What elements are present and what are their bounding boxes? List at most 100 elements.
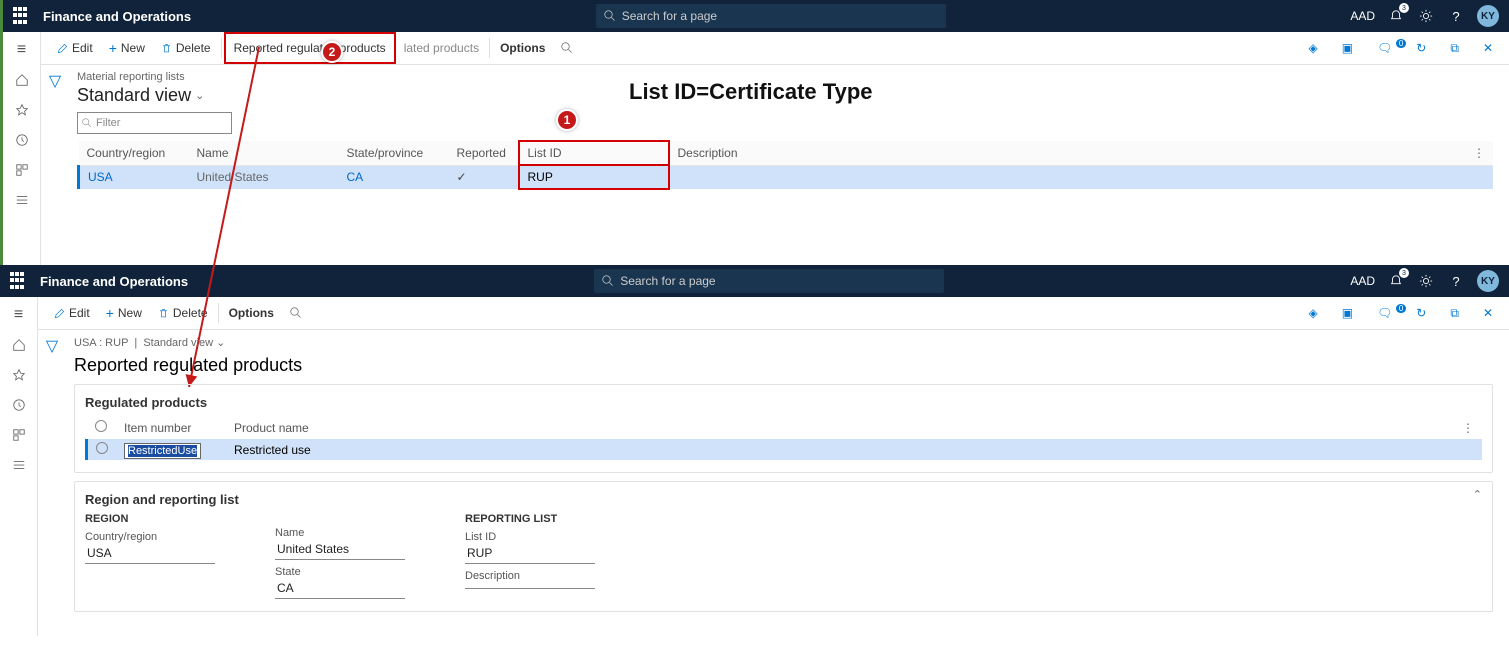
workspaces-icon[interactable] [14, 162, 30, 178]
col-country[interactable]: Country/region [79, 141, 189, 165]
cell-reported: ✓ [449, 165, 519, 189]
cell-listid[interactable]: RUP [519, 165, 669, 189]
refresh-icon[interactable]: ↻ [1408, 306, 1434, 320]
close-icon[interactable]: ✕ [1475, 306, 1501, 320]
left-nav-rail: ≡ [3, 32, 41, 265]
recent-icon[interactable] [11, 397, 27, 413]
home-icon[interactable] [14, 72, 30, 88]
collapse-icon[interactable]: ⌃ [1473, 488, 1482, 501]
grid-filter-input[interactable]: Filter [77, 112, 232, 134]
grid-row[interactable]: RestrictedUse Restricted use [87, 439, 1483, 460]
section-header: Regulated products [85, 391, 1482, 416]
nav-expand-icon[interactable]: ≡ [14, 42, 30, 58]
col-description[interactable]: Description [669, 141, 1466, 165]
messages-icon[interactable]: 🗨0 [1369, 306, 1400, 320]
regulated-products-grid: Item number Product name ⋮ RestrictedUse… [85, 416, 1482, 460]
listid-field[interactable]: RUP [465, 543, 595, 564]
global-search[interactable]: Search for a page [594, 269, 944, 293]
command-bar-2: Edit +New Delete Options ◈ ▣ 🗨0 ↻ ⧉ ✕ [38, 297, 1509, 330]
chevron-down-icon: ⌄ [195, 89, 204, 102]
reporting-group-label: REPORTING LIST [465, 513, 595, 525]
modules-icon[interactable] [11, 457, 27, 473]
state-label: State [275, 566, 405, 578]
annotation-callout-1: 1 [556, 109, 578, 131]
nav-expand-icon[interactable]: ≡ [11, 307, 27, 323]
reported-regulated-products-button[interactable]: Reported regulated products [224, 32, 396, 64]
name-field[interactable]: United States [275, 539, 405, 560]
popout-icon[interactable]: ⧉ [1442, 41, 1467, 56]
avatar[interactable]: KY [1477, 5, 1499, 27]
find-button[interactable] [282, 297, 310, 329]
tenant-label: AAD [1350, 274, 1375, 288]
section-header: Region and reporting list [85, 488, 1482, 513]
edit-button[interactable]: Edit [46, 297, 98, 329]
favorites-icon[interactable] [11, 367, 27, 383]
cell-name: United States [189, 165, 339, 189]
command-bar: Edit +New Delete Reported regulated prod… [41, 32, 1509, 65]
messages-icon[interactable]: 🗨0 [1369, 41, 1400, 55]
name-label: Name [275, 527, 405, 539]
office-icon[interactable]: ▣ [1334, 41, 1361, 55]
page-title: Reported regulated products [74, 351, 1493, 384]
new-button[interactable]: +New [101, 32, 153, 64]
help-icon[interactable]: ? [1447, 7, 1465, 25]
notifications-icon[interactable]: 3 [1387, 7, 1405, 25]
delete-button[interactable]: Delete [153, 32, 219, 64]
col-name[interactable]: Name [189, 141, 339, 165]
edit-button[interactable]: Edit [49, 32, 101, 64]
options-button[interactable]: Options [492, 32, 553, 64]
cell-state[interactable]: CA [339, 165, 449, 189]
attach-icon[interactable]: ◈ [1300, 41, 1325, 55]
col-listid[interactable]: List ID [519, 141, 669, 165]
description-field[interactable] [465, 582, 595, 589]
cell-country[interactable]: USA [79, 165, 189, 189]
cell-description [669, 165, 1466, 189]
filter-pane-icon[interactable]: ▽ [46, 336, 58, 636]
app-title: Finance and Operations [43, 9, 191, 24]
view-selector[interactable]: Standard view ⌄ [143, 337, 225, 349]
favorites-icon[interactable] [14, 102, 30, 118]
notifications-icon[interactable]: 3 [1387, 272, 1405, 290]
state-field[interactable]: CA [275, 578, 405, 599]
home-icon[interactable] [11, 337, 27, 353]
avatar[interactable]: KY [1477, 270, 1499, 292]
col-state[interactable]: State/province [339, 141, 449, 165]
attach-icon[interactable]: ◈ [1300, 306, 1325, 320]
help-icon[interactable]: ? [1447, 272, 1465, 290]
tenant-label: AAD [1350, 9, 1375, 23]
top-shell-bar-2: Finance and Operations Search for a page… [0, 265, 1509, 297]
item-number-input[interactable]: RestrictedUse [124, 443, 201, 459]
row-select-radio[interactable] [96, 442, 108, 454]
country-label: Country/region [85, 531, 215, 543]
listid-label: List ID [465, 531, 595, 543]
office-icon[interactable]: ▣ [1334, 306, 1361, 320]
app-launcher-icon[interactable] [13, 7, 31, 25]
regulated-products-section: Regulated products Item number Product n… [74, 384, 1493, 473]
chevron-down-icon: ⌄ [216, 337, 225, 349]
col-reported[interactable]: Reported [449, 141, 519, 165]
col-more[interactable]: ⋮ [1465, 141, 1493, 165]
close-icon[interactable]: ✕ [1475, 41, 1501, 55]
delete-button[interactable]: Delete [150, 297, 216, 329]
select-all-radio[interactable] [95, 420, 107, 432]
country-field[interactable]: USA [85, 543, 215, 564]
col-more[interactable]: ⋮ [1454, 416, 1482, 439]
modules-icon[interactable] [14, 192, 30, 208]
app-launcher-icon[interactable] [10, 272, 28, 290]
recent-icon[interactable] [14, 132, 30, 148]
obscured-command[interactable]: lated products [396, 32, 487, 64]
grid-row[interactable]: USA United States CA ✓ RUP [79, 165, 1494, 189]
col-item[interactable]: Item number [116, 416, 226, 439]
col-product[interactable]: Product name [226, 416, 1454, 439]
find-button[interactable] [553, 32, 581, 64]
new-button[interactable]: +New [98, 297, 150, 329]
region-reporting-section: ⌃ Region and reporting list REGION Count… [74, 481, 1493, 612]
gear-icon[interactable] [1417, 272, 1435, 290]
refresh-icon[interactable]: ↻ [1408, 41, 1434, 55]
filter-pane-icon[interactable]: ▽ [49, 71, 61, 265]
popout-icon[interactable]: ⧉ [1442, 306, 1467, 321]
gear-icon[interactable] [1417, 7, 1435, 25]
workspaces-icon[interactable] [11, 427, 27, 443]
global-search[interactable]: Search for a page [596, 4, 946, 28]
options-button[interactable]: Options [221, 297, 282, 329]
